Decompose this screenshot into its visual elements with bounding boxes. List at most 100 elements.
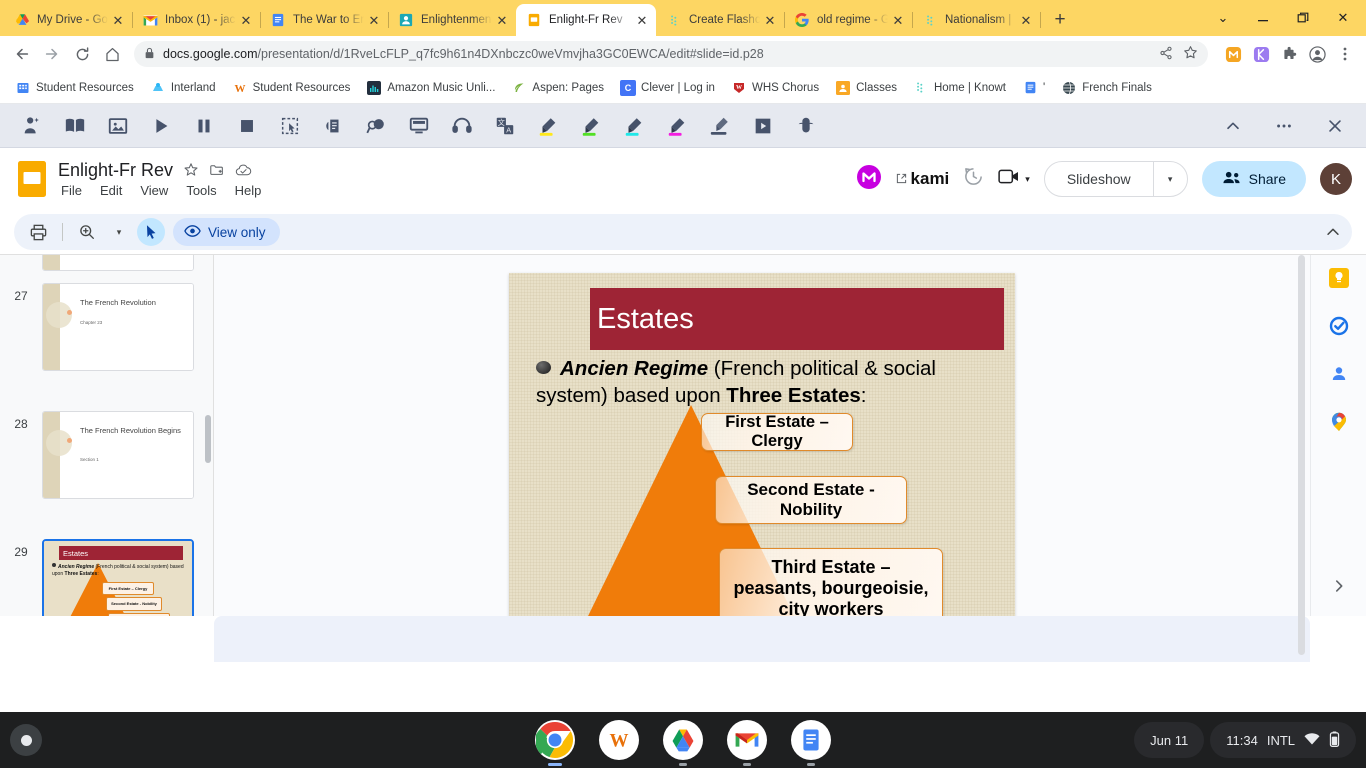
kami-button[interactable]: kami xyxy=(896,169,949,189)
tab-close-button[interactable]: ✕ xyxy=(238,12,254,28)
browser-tab[interactable]: Nationalism | ✕ xyxy=(912,4,1041,36)
dictionary-book-icon[interactable] xyxy=(53,108,96,144)
bookmark-item[interactable]: Aspen: Pages xyxy=(504,77,611,99)
thumbnail-row-29[interactable]: 29 Estates Ancien Regime (French politic… xyxy=(0,539,213,616)
google-contacts-icon[interactable] xyxy=(1328,363,1350,385)
thumbnail-row-28[interactable]: 28 The French Revolution Begins Section … xyxy=(0,411,213,499)
speaker-notes-panel[interactable] xyxy=(214,616,1310,662)
bookmark-item[interactable]: Amazon Music Unli... xyxy=(359,77,502,99)
share-button[interactable]: Share xyxy=(1201,161,1306,197)
highlight-yellow-icon[interactable] xyxy=(526,108,569,144)
screenshot-reader-icon[interactable] xyxy=(311,108,354,144)
google-tasks-icon[interactable] xyxy=(1328,315,1350,337)
slide-thumbnail-27[interactable]: The French Revolution Chapter 23 xyxy=(42,283,194,371)
slide-thumbnail-28[interactable]: The French Revolution Begins Section 1 xyxy=(42,411,194,499)
shelf-app-docs[interactable] xyxy=(791,720,831,766)
profile-avatar-icon[interactable] xyxy=(1304,41,1330,67)
google-keep-icon[interactable] xyxy=(1328,267,1350,289)
bookmark-star-icon[interactable] xyxy=(1183,45,1198,63)
collect-highlights-icon[interactable] xyxy=(741,108,784,144)
minimize-button[interactable] xyxy=(1244,2,1282,34)
meet-camera-icon[interactable] xyxy=(998,168,1021,190)
screenshot-select-icon[interactable] xyxy=(268,108,311,144)
chevron-up-icon[interactable] xyxy=(1211,108,1254,144)
browser-tab-active[interactable]: Enlight-Fr Rev ✕ xyxy=(516,4,656,36)
bookmark-item[interactable]: W Student Resources xyxy=(225,77,358,99)
tab-close-button[interactable]: ✕ xyxy=(1018,12,1034,28)
google-maps-icon[interactable] xyxy=(1328,411,1350,433)
tab-close-button[interactable]: ✕ xyxy=(634,12,650,28)
menu-help[interactable]: Help xyxy=(233,182,264,199)
bookmark-item[interactable]: W WHS Chorus xyxy=(724,77,826,99)
move-to-folder-icon[interactable] xyxy=(209,162,225,178)
slide-title[interactable]: Estates xyxy=(590,288,1004,350)
canvas-scrollbar[interactable] xyxy=(1298,255,1305,655)
menu-tools[interactable]: Tools xyxy=(184,182,218,199)
puzzle-extensions-icon[interactable] xyxy=(1276,41,1302,67)
read-aloud-person-icon[interactable] xyxy=(10,108,53,144)
browser-tab[interactable]: old regime - Go ✕ xyxy=(784,4,913,36)
slide-body-text[interactable]: Ancien Regime (French political & social… xyxy=(536,355,991,409)
cloud-saved-icon[interactable] xyxy=(235,162,252,179)
menu-edit[interactable]: Edit xyxy=(98,182,124,199)
tab-close-button[interactable]: ✕ xyxy=(890,12,906,28)
bookmark-item[interactable]: Interland xyxy=(143,77,223,99)
browser-tab[interactable]: Inbox (1) - jack ✕ xyxy=(132,4,261,36)
close-icon[interactable] xyxy=(1313,108,1356,144)
shelf-app-chrome[interactable] xyxy=(535,720,575,766)
translate-icon[interactable]: 文A xyxy=(483,108,526,144)
filmstrip-scrollbar[interactable] xyxy=(205,415,211,463)
home-button[interactable] xyxy=(98,40,126,68)
system-tray[interactable]: 11:34 INTL xyxy=(1210,722,1356,758)
tab-close-button[interactable]: ✕ xyxy=(494,12,510,28)
estate-box-second[interactable]: Second Estate - Nobility xyxy=(715,476,907,524)
reload-button[interactable] xyxy=(68,40,96,68)
address-bar[interactable]: docs.google.com/presentation/d/1RveLcFLP… xyxy=(134,41,1208,67)
view-only-badge[interactable]: View only xyxy=(173,218,280,246)
slide-thumbnail[interactable] xyxy=(42,255,194,271)
star-icon[interactable] xyxy=(183,162,199,178)
restore-button[interactable] xyxy=(1284,2,1322,34)
slide-canvas[interactable]: Estates Ancien Regime (French political … xyxy=(509,273,1015,653)
zoom-caret-icon[interactable]: ▾ xyxy=(105,218,133,246)
browser-menu-button[interactable] xyxy=(1332,41,1358,67)
new-tab-button[interactable]: + xyxy=(1046,6,1074,34)
forward-button[interactable] xyxy=(38,40,66,68)
tab-search-chevron-icon[interactable]: ⌄ xyxy=(1204,2,1242,34)
chevron-right-icon[interactable] xyxy=(1331,578,1347,598)
stop-icon[interactable] xyxy=(225,108,268,144)
vocabulary-icon[interactable] xyxy=(784,108,827,144)
screen-mask-icon[interactable] xyxy=(397,108,440,144)
browser-tab[interactable]: Enlightenment ✕ xyxy=(388,4,517,36)
thumbnail-row[interactable] xyxy=(0,255,213,271)
browser-tab[interactable]: My Drive - Goo ✕ xyxy=(4,4,133,36)
bookmark-item[interactable]: Classes xyxy=(828,77,904,99)
mote-icon[interactable] xyxy=(856,164,882,195)
shelf-app-gmail[interactable] xyxy=(727,720,767,766)
bookmark-item[interactable]: Student Resources xyxy=(8,77,141,99)
tab-close-button[interactable]: ✕ xyxy=(366,12,382,28)
document-title[interactable]: Enlight-Fr Rev xyxy=(58,160,173,181)
avatar[interactable]: K xyxy=(1320,163,1352,195)
audio-maker-icon[interactable] xyxy=(440,108,483,144)
launcher-button[interactable] xyxy=(10,724,42,756)
cursor-arrow-icon[interactable] xyxy=(137,218,165,246)
slide-thumbnail-29-selected[interactable]: Estates Ancien Regime (French political … xyxy=(42,539,194,616)
mote-extension-icon[interactable] xyxy=(1220,41,1246,67)
highlight-pink-icon[interactable] xyxy=(655,108,698,144)
tab-close-button[interactable]: ✕ xyxy=(110,12,126,28)
slideshow-button[interactable]: Slideshow xyxy=(1045,162,1153,196)
tab-close-button[interactable]: ✕ xyxy=(762,12,778,28)
print-icon[interactable] xyxy=(24,218,52,246)
menu-file[interactable]: File xyxy=(59,182,84,199)
zoom-icon[interactable] xyxy=(73,218,101,246)
back-button[interactable] xyxy=(8,40,36,68)
thumbnail-row-27[interactable]: 27 The French Revolution Chapter 23 xyxy=(0,283,213,371)
bookmark-item[interactable]: French Finals xyxy=(1054,77,1159,99)
more-horizontal-icon[interactable] xyxy=(1262,108,1305,144)
estate-box-first[interactable]: First Estate – Clergy xyxy=(701,413,853,451)
highlight-green-icon[interactable] xyxy=(569,108,612,144)
slideshow-caret-icon[interactable]: ▾ xyxy=(1152,162,1187,196)
menu-view[interactable]: View xyxy=(138,182,170,199)
kami-extension-icon[interactable] xyxy=(1248,41,1274,67)
